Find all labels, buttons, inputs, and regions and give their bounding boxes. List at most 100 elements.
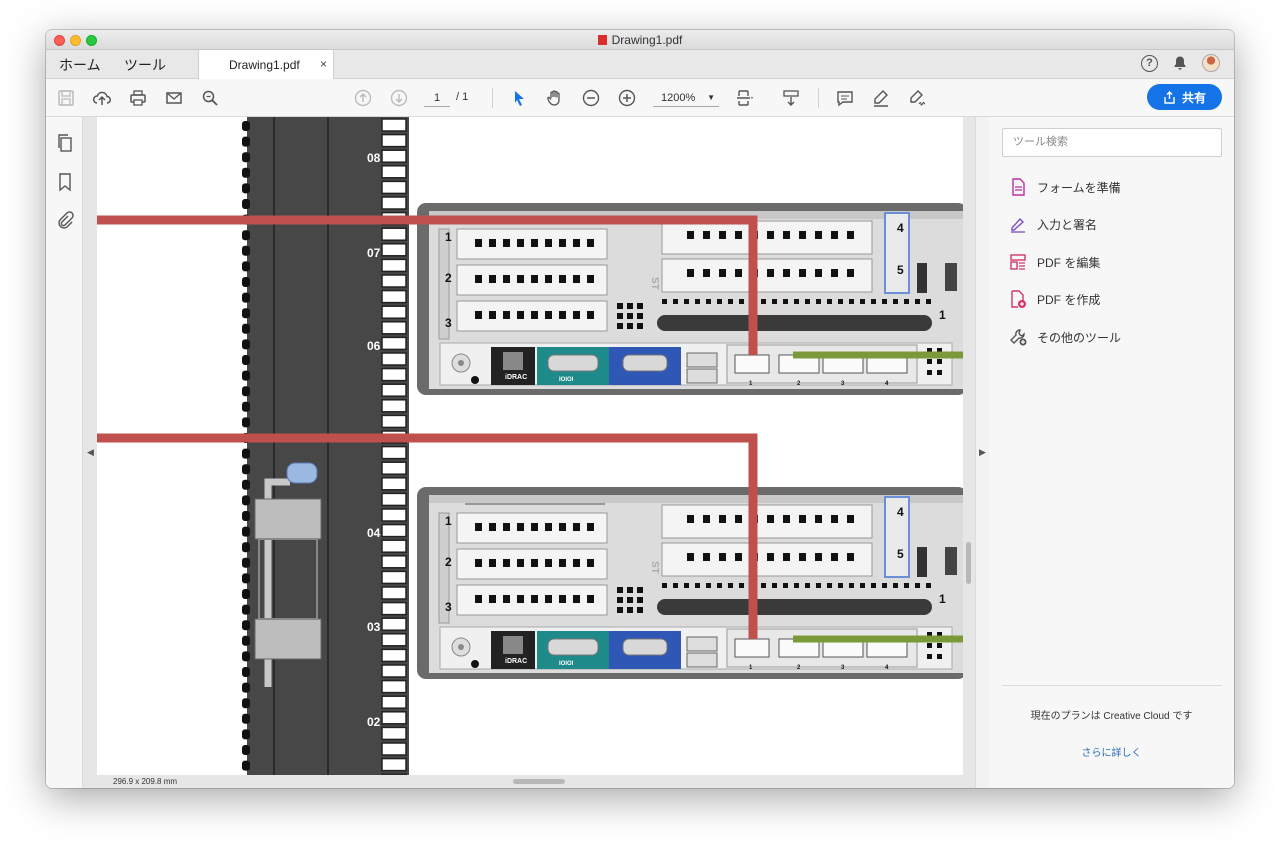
sign-icon[interactable] <box>906 87 928 109</box>
learn-more-link[interactable]: さらに詳しく <box>989 744 1234 759</box>
rack-notch <box>242 620 250 631</box>
rack-notch <box>242 479 250 490</box>
print-icon[interactable] <box>127 87 149 109</box>
notification-bell-icon[interactable] <box>1172 55 1188 71</box>
tools-panel: ツール検索 フォームを準備 入力と署名 PDF を編集 PDF を作成 その他の… <box>989 117 1234 788</box>
email-icon[interactable] <box>163 87 185 109</box>
rack-hole <box>381 258 407 273</box>
bookmark-icon[interactable] <box>55 172 75 192</box>
rack-notch <box>242 682 250 693</box>
previous-page-icon[interactable] <box>352 87 374 109</box>
rack-hole <box>381 352 407 366</box>
page-total: / 1 <box>456 91 469 103</box>
rack-hole <box>381 321 407 335</box>
tab-home[interactable]: ホーム <box>59 55 101 75</box>
vertical-scrollbar[interactable] <box>966 542 971 584</box>
zoom-in-icon[interactable] <box>616 87 638 109</box>
avatar[interactable] <box>1202 54 1220 72</box>
help-icon[interactable]: ? <box>1141 54 1158 72</box>
window-title: Drawing1.pdf <box>46 33 1234 47</box>
rack-unit-label: 02 <box>367 715 381 729</box>
tool-create-pdf[interactable]: PDF を作成 <box>1009 288 1100 310</box>
rack-hole <box>381 757 407 772</box>
rack-hole <box>381 243 407 257</box>
rack-notch <box>242 604 250 615</box>
rack-hole <box>381 648 407 663</box>
rack-hole <box>381 461 407 475</box>
rack-unit-label: 08 <box>367 151 381 165</box>
tool-fill-sign[interactable]: 入力と署名 <box>1009 213 1097 235</box>
rack-notch <box>242 308 250 319</box>
riser-label: 4 <box>897 221 904 235</box>
pcie-slot-label: 1 <box>445 230 452 244</box>
rack-notch <box>242 589 250 599</box>
fill-sign-icon <box>1011 217 1025 233</box>
rack-notch <box>242 651 250 662</box>
zoom-select[interactable]: 1200% ▼ <box>653 89 719 107</box>
rack-notch <box>242 339 250 350</box>
rack-hole <box>381 523 407 538</box>
psu-label: 1 <box>939 592 946 606</box>
tool-more-tools[interactable]: その他のツール <box>1009 326 1121 348</box>
rack-notch <box>242 277 250 287</box>
rack-notch <box>242 261 250 272</box>
next-page-icon[interactable] <box>388 87 410 109</box>
zoom-out-icon[interactable] <box>580 87 602 109</box>
rack-notch <box>242 152 250 163</box>
toolbar-divider <box>492 88 493 108</box>
rack-hole <box>381 149 407 163</box>
rack-hole <box>381 289 407 304</box>
rack-hole <box>381 664 407 678</box>
tab-tools[interactable]: ツール <box>124 55 166 75</box>
search-text-icon[interactable] <box>199 87 221 109</box>
tool-search-input[interactable]: ツール検索 <box>1002 128 1222 157</box>
tab-bar: ホーム ツール Drawing1.pdf × ? <box>46 50 1234 79</box>
rack-hole <box>381 679 407 694</box>
highlight-icon[interactable] <box>870 87 892 109</box>
rack-hole <box>381 695 407 709</box>
page-thumbnails-icon[interactable] <box>55 133 75 153</box>
rack-notch <box>242 136 250 147</box>
fit-page-icon[interactable] <box>734 87 756 109</box>
horizontal-scrollbar[interactable] <box>513 779 565 784</box>
document-viewport[interactable]: ◀ 08 07 06 04 03 02 1 2 3 4 5 1 1 2 3 4 … <box>83 117 975 788</box>
upload-cloud-icon[interactable] <box>91 87 113 109</box>
tool-label: PDF を編集 <box>1037 255 1101 270</box>
tool-label: PDF を作成 <box>1037 292 1101 307</box>
page-dimensions: 296.9 x 209.8 mm <box>97 775 207 788</box>
comment-icon[interactable] <box>834 87 856 109</box>
share-button[interactable]: 共有 <box>1147 84 1222 110</box>
account-icons: ? <box>1141 54 1220 72</box>
right-panel-toggle[interactable]: ▶ <box>975 117 989 788</box>
share-label: 共有 <box>1181 90 1206 105</box>
scroll-mode-icon[interactable] <box>780 87 802 109</box>
serial-port-label: IOIOI <box>559 377 574 383</box>
tab-document[interactable]: Drawing1.pdf × <box>198 50 334 79</box>
idrac-label: iDRAC <box>505 374 527 381</box>
rack-hole <box>381 383 407 397</box>
pdf-file-icon <box>597 35 607 45</box>
rack-hole <box>381 742 407 756</box>
tool-edit-pdf[interactable]: PDF を編集 <box>1009 251 1100 273</box>
more-tools-icon <box>1010 329 1027 346</box>
save-icon[interactable] <box>55 87 77 109</box>
rack-notch <box>242 183 250 194</box>
tool-prepare-form[interactable]: フォームを準備 <box>1009 176 1121 198</box>
select-cursor-icon[interactable] <box>508 87 530 109</box>
rack-hole <box>381 773 407 775</box>
rack-notch <box>242 355 250 365</box>
rack-notch <box>242 573 250 584</box>
collapse-left-panel-icon[interactable]: ◀ <box>87 447 94 458</box>
rack-hole <box>381 711 407 725</box>
page-number-input[interactable]: 1 <box>424 89 450 107</box>
close-tab-icon[interactable]: × <box>320 57 327 71</box>
rack-hole <box>381 118 407 132</box>
attachment-icon[interactable] <box>55 210 75 230</box>
tool-label: フォームを準備 <box>1037 180 1121 195</box>
hand-tool-icon[interactable] <box>544 87 566 109</box>
server-chassis-bottom <box>416 486 963 680</box>
rack-unit-label: 03 <box>367 620 381 634</box>
rack-hole <box>381 336 407 351</box>
prepare-form-icon <box>1012 178 1025 196</box>
rack-notch <box>242 370 250 381</box>
